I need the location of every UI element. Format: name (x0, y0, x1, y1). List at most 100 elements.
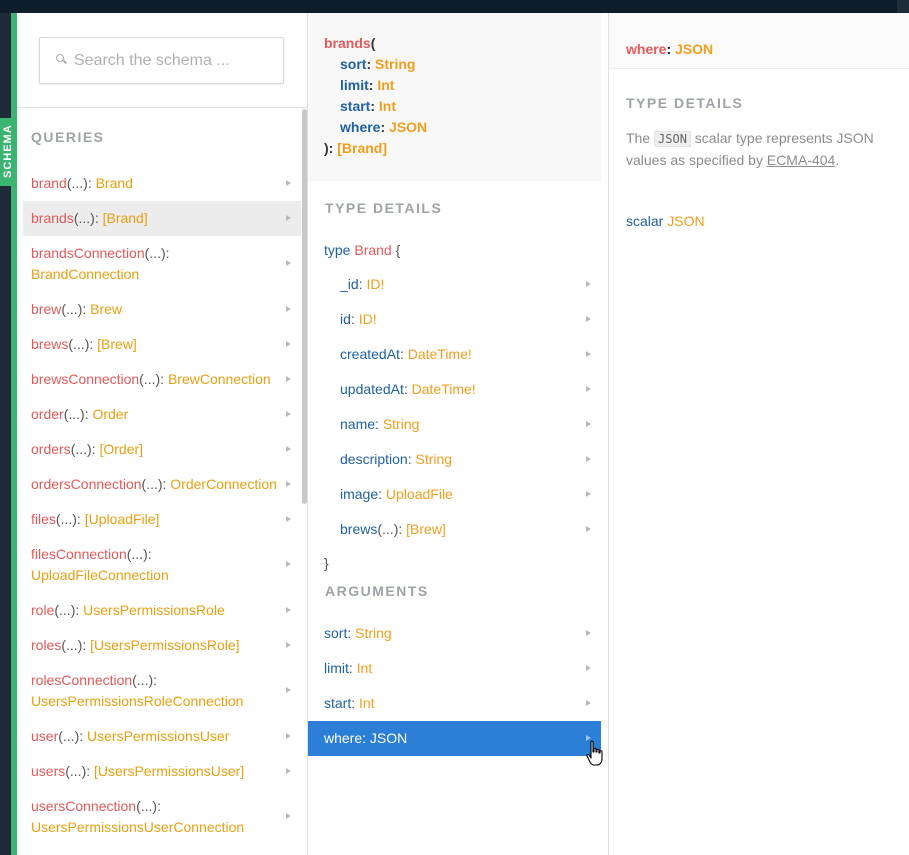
argument-colon: : (351, 695, 360, 711)
query-args: (...) (73, 210, 95, 226)
signature-arg-type[interactable]: JSON (389, 119, 427, 135)
query-args: (...) (61, 301, 83, 317)
type-field-id[interactable]: id: ID! (308, 302, 601, 337)
argument-type-link[interactable]: String (355, 625, 392, 641)
queries-scrollbar[interactable] (301, 109, 307, 509)
query-item-brand[interactable]: brand(...): Brand (23, 166, 301, 201)
scrollbar-thumb[interactable] (302, 109, 307, 504)
query-sep: : (89, 336, 98, 352)
chevron-right-icon (286, 375, 291, 382)
query-type-link[interactable]: Order (92, 406, 128, 422)
scalar-keyword: scalar (626, 213, 664, 229)
argument-type-link[interactable]: Int (357, 660, 373, 676)
field-type-link[interactable]: ID! (366, 276, 384, 292)
type-field-image[interactable]: image: UploadFile (308, 477, 601, 512)
scalar-type-link[interactable]: JSON (667, 213, 704, 229)
query-type-link[interactable]: UsersPermissionsRole (83, 602, 225, 618)
type-field-id[interactable]: _id: ID! (308, 267, 601, 302)
json-panel: where: JSON TYPE DETAILS The JSON scalar… (609, 13, 909, 855)
query-name: filesConnection (31, 546, 127, 562)
field-type-link[interactable]: ID! (359, 311, 377, 327)
type-open-brace: { (395, 242, 401, 258)
field-type-link[interactable]: DateTime! (408, 346, 472, 362)
brands-signature: brands(sort: String limit: Int start: Int w… (308, 13, 601, 181)
schema-tab[interactable]: SCHEMA (0, 118, 17, 186)
type-name-link[interactable]: Brand (354, 242, 391, 258)
field-type-link[interactable]: String (415, 451, 452, 467)
query-item-filesConnection[interactable]: filesConnection(...): UploadFileConnecti… (23, 537, 301, 593)
search-input[interactable] (74, 50, 274, 72)
type-field-description[interactable]: description: String (308, 442, 601, 477)
argument-name: sort (324, 625, 348, 641)
query-item-order[interactable]: order(...): Order (23, 397, 301, 432)
type-field-brews[interactable]: brews(...): [Brew] (308, 512, 601, 547)
query-type-link[interactable]: [UsersPermissionsUser] (94, 763, 244, 779)
query-item-files[interactable]: files(...): [UploadFile] (23, 502, 301, 537)
argument-sort[interactable]: sort: String (308, 616, 601, 651)
query-type-link[interactable]: UploadFileConnection (31, 567, 169, 583)
search-box[interactable] (39, 37, 284, 84)
json-header-name: where (626, 41, 667, 57)
hand-cursor-icon (586, 740, 603, 766)
schema-tab-label: SCHEMA (2, 124, 14, 178)
signature-arg-type[interactable]: Int (377, 77, 394, 93)
query-item-ordersConnection[interactable]: ordersConnection(...): OrderConnection (23, 467, 301, 502)
argument-where[interactable]: where: JSON (308, 721, 601, 756)
ecma-404-link[interactable]: ECMA-404 (767, 152, 835, 168)
chevron-right-icon (286, 561, 291, 567)
query-args: (...) (136, 798, 158, 814)
query-item-rolesConnection[interactable]: rolesConnection(...): UsersPermissionsRo… (23, 663, 301, 719)
query-item-role[interactable]: role(...): UsersPermissionsRole (23, 593, 301, 628)
query-type-link[interactable]: BrandConnection (31, 266, 139, 282)
query-type-link[interactable]: [UsersPermissionsRole] (90, 637, 239, 653)
signature-return-type[interactable]: [Brand] (337, 140, 387, 156)
argument-start[interactable]: start: Int (308, 686, 601, 721)
type-field-createdAt[interactable]: createdAt: DateTime! (308, 337, 601, 372)
query-item-users[interactable]: users(...): [UsersPermissionsUser] (23, 754, 301, 789)
arguments-list: sort: String limit: Int start: Int where: J… (308, 616, 601, 756)
query-type-link[interactable]: [UploadFile] (85, 511, 160, 527)
query-type-link[interactable]: Brand (96, 175, 133, 191)
field-type-link[interactable]: UploadFile (386, 486, 453, 502)
query-name: user (31, 728, 59, 744)
chevron-right-icon (286, 687, 291, 693)
chevron-right-icon (286, 445, 291, 452)
query-item-brandsConnection[interactable]: brandsConnection(...): BrandConnection (23, 236, 301, 292)
query-type-link[interactable]: UsersPermissionsUserConnection (31, 819, 244, 835)
query-item-roles[interactable]: roles(...): [UsersPermissionsRole] (23, 628, 301, 663)
query-item-brews[interactable]: brews(...): [Brew] (23, 327, 301, 362)
query-type-link[interactable]: UsersPermissionsRoleConnection (31, 693, 243, 709)
field-name: description (340, 451, 408, 467)
chevron-right-icon (586, 420, 591, 427)
chevron-right-icon (286, 260, 291, 266)
query-item-brewsConnection[interactable]: brewsConnection(...): BrewConnection (23, 362, 301, 397)
query-type-link[interactable]: [Brand] (103, 210, 148, 226)
type-field-name[interactable]: name: String (308, 407, 601, 442)
query-args: (...) (144, 245, 166, 261)
query-item-orders[interactable]: orders(...): [Order] (23, 432, 301, 467)
query-item-brands[interactable]: brands(...): [Brand] (23, 201, 301, 236)
argument-limit[interactable]: limit: Int (308, 651, 601, 686)
query-type-link[interactable]: Brew (90, 301, 122, 317)
field-type-link[interactable]: [Brew] (406, 521, 446, 537)
query-sep: : (165, 245, 170, 261)
signature-arg-type[interactable]: String (375, 56, 415, 72)
argument-type-link[interactable]: JSON (370, 730, 407, 746)
query-type-link[interactable]: UsersPermissionsUser (87, 728, 229, 744)
query-item-brew[interactable]: brew(...): Brew (23, 292, 301, 327)
type-field-updatedAt[interactable]: updatedAt: DateTime! (308, 372, 601, 407)
argument-colon: : (348, 660, 357, 676)
field-type-link[interactable]: DateTime! (412, 381, 476, 397)
field-colon: : (375, 416, 383, 432)
query-type-link[interactable]: OrderConnection (170, 476, 277, 492)
argument-type-link[interactable]: Int (359, 695, 375, 711)
query-item-user[interactable]: user(...): UsersPermissionsUser (23, 719, 301, 754)
field-type-link[interactable]: String (383, 416, 420, 432)
query-args: (...) (58, 728, 80, 744)
query-item-usersConnection[interactable]: usersConnection(...): UsersPermissionsUs… (23, 789, 301, 845)
query-type-link[interactable]: BrewConnection (168, 371, 271, 387)
chevron-right-icon (286, 732, 291, 739)
signature-arg-type[interactable]: Int (379, 98, 396, 114)
query-type-link[interactable]: [Order] (99, 441, 143, 457)
query-type-link[interactable]: [Brew] (97, 336, 137, 352)
